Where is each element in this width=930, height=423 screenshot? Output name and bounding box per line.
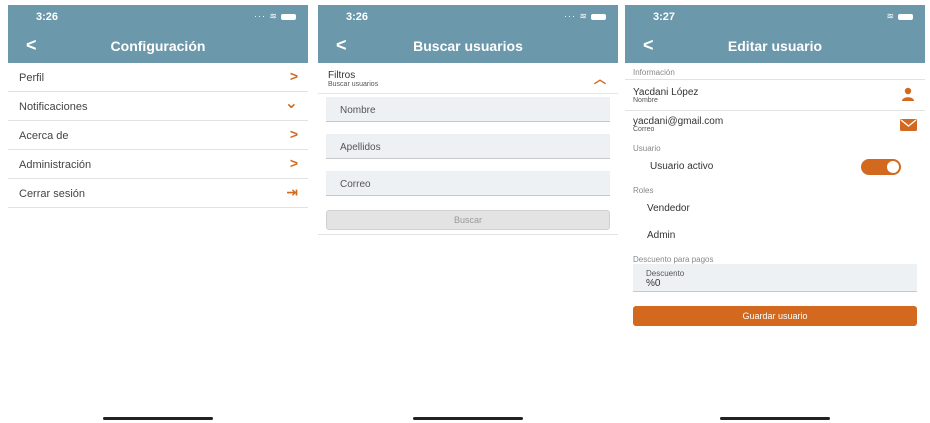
nombre-input[interactable]: Nombre (326, 97, 610, 122)
chevron-right-icon: > (289, 126, 298, 142)
status-time: 3:27 (653, 11, 676, 23)
menu-item-label: Notificaciones (19, 101, 88, 113)
filters-header[interactable]: Filtros Buscar usuarios ︿ (318, 63, 618, 94)
section-roles: Roles (633, 186, 654, 195)
battery-icon (281, 13, 296, 20)
menu-item-administracion[interactable]: Administración > (8, 150, 308, 179)
logout-icon: ⇥ (286, 184, 298, 200)
person-icon (902, 87, 914, 101)
email-label: Correo (633, 126, 655, 133)
nav-bar: < Buscar usuarios (318, 30, 618, 63)
status-bar: 3:26 ··· ≋ (318, 5, 618, 30)
mail-icon (900, 119, 917, 131)
menu-item-acerca-de[interactable]: Acerca de > (8, 121, 308, 150)
chevron-right-icon: > (289, 68, 298, 84)
section-descuento: Descuento para pagos (633, 255, 714, 264)
role-item[interactable]: Vendedor (647, 203, 690, 214)
section-usuario: Usuario (633, 144, 661, 153)
save-user-button[interactable]: Guardar usuario (633, 306, 917, 326)
section-informacion: Información (633, 68, 675, 77)
menu-item-notificaciones[interactable]: Notificaciones ⌄ (8, 92, 308, 121)
chevron-up-icon: ︿ (593, 72, 606, 86)
page-title: Editar usuario (727, 38, 823, 54)
menu-item-label: Perfil (19, 72, 45, 84)
buscar-button[interactable]: Buscar (326, 210, 610, 230)
role-item[interactable]: Admin (647, 230, 675, 241)
editar-usuario-screen: 3:27 ≋ < Editar usuario Información Yacd… (625, 5, 925, 423)
signal-icons: ··· ≋ (254, 11, 296, 22)
discount-input[interactable]: Descuento %0 (633, 264, 917, 292)
page-title: Configuración (110, 38, 206, 54)
active-label: Usuario activo (650, 161, 714, 172)
battery-icon (591, 13, 606, 20)
active-toggle[interactable] (861, 159, 901, 175)
menu-item-label: Cerrar sesión (19, 188, 86, 200)
menu-item-label: Acerca de (19, 130, 69, 142)
correo-input[interactable]: Correo (326, 171, 610, 196)
nav-bar: < Editar usuario (625, 30, 925, 63)
status-bar: 3:26 ··· ≋ (8, 5, 308, 30)
name-label: Nombre (633, 97, 658, 104)
home-indicator[interactable] (103, 417, 213, 420)
discount-value: %0 (646, 278, 661, 289)
menu-item-perfil[interactable]: Perfil > (8, 63, 308, 92)
status-time: 3:26 (36, 11, 59, 23)
home-indicator[interactable] (720, 417, 830, 420)
divider (318, 234, 618, 235)
divider (625, 110, 925, 111)
divider (625, 79, 925, 80)
buscar-usuarios-screen: 3:26 ··· ≋ < Buscar usuarios Filtros Bus… (318, 5, 618, 423)
filters-subtitle: Buscar usuarios (328, 81, 379, 88)
menu-item-label: Administración (19, 159, 92, 171)
home-indicator[interactable] (413, 417, 523, 420)
signal-icons: ≋ (886, 11, 913, 22)
nav-bar: < Configuración (8, 30, 308, 63)
configuracion-screen: 3:26 ··· ≋ < Configuración Perfil > Noti… (8, 5, 308, 423)
status-bar: 3:27 ≋ (625, 5, 925, 30)
discount-label: Descuento (646, 269, 685, 278)
menu-item-cerrar-sesion[interactable]: Cerrar sesión ⇥ (8, 179, 308, 208)
battery-icon (898, 13, 913, 20)
status-time: 3:26 (346, 11, 369, 23)
chevron-down-icon: ⌄ (284, 95, 298, 112)
filters-title: Filtros (328, 70, 356, 81)
apellidos-input[interactable]: Apellidos (326, 134, 610, 159)
toggle-knob (887, 161, 899, 173)
page-title: Buscar usuarios (413, 38, 523, 54)
signal-icons: ··· ≋ (564, 11, 606, 22)
chevron-right-icon: > (289, 155, 298, 171)
